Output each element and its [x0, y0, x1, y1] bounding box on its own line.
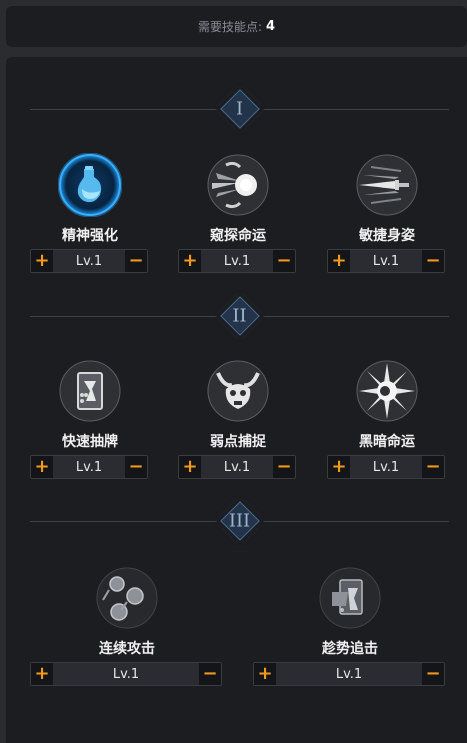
level-stepper: + Lv.1 −	[178, 249, 296, 273]
skill-tree-panel: I 精神强化 + Lv.1 − 窥探命运 + Lv.1 − 敏捷身姿 + Lv.…	[6, 57, 467, 743]
decrease-level-button[interactable]: −	[125, 456, 147, 478]
level-stepper: + Lv.1 −	[327, 455, 445, 479]
card-pursuit-icon[interactable]	[318, 566, 382, 630]
increase-level-button[interactable]: +	[328, 250, 350, 272]
increase-level-button[interactable]: +	[31, 456, 53, 478]
decrease-level-button[interactable]: −	[125, 250, 147, 272]
level-stepper: + Lv.1 −	[327, 249, 445, 273]
dagger-dash-icon[interactable]	[355, 153, 419, 217]
increase-level-button[interactable]: +	[179, 456, 201, 478]
decrease-level-button[interactable]: −	[273, 456, 295, 478]
skill-name: 敏捷身姿	[359, 228, 415, 244]
skill-name: 弱点捕捉	[210, 434, 266, 450]
level-value: Lv.1	[75, 459, 103, 475]
increase-level-button[interactable]: +	[254, 663, 276, 685]
level-stepper: + Lv.1 −	[30, 662, 222, 686]
tier-numeral: I	[235, 98, 244, 120]
required-points-value: 4	[266, 19, 276, 34]
level-value: Lv.1	[112, 666, 140, 682]
skill-name: 精神强化	[62, 228, 118, 244]
decrease-level-button[interactable]: −	[422, 663, 444, 685]
level-stepper: + Lv.1 −	[30, 455, 148, 479]
dark-burst-icon[interactable]	[355, 359, 419, 423]
skill-name: 连续攻击	[99, 641, 155, 657]
skill-slot-6: 黑暗命运 + Lv.1 −	[327, 359, 447, 489]
level-stepper: + Lv.1 −	[30, 249, 148, 273]
decrease-level-button[interactable]: −	[422, 250, 444, 272]
tier-divider-1: I	[30, 89, 449, 129]
tier-numeral: III	[228, 510, 251, 532]
decrease-level-button[interactable]: −	[199, 663, 221, 685]
increase-level-button[interactable]: +	[328, 456, 350, 478]
triple-strike-icon[interactable]	[95, 566, 159, 630]
decrease-level-button[interactable]: −	[273, 250, 295, 272]
level-value: Lv.1	[372, 459, 400, 475]
level-value: Lv.1	[335, 666, 363, 682]
skill-slot-2: 窥探命运 + Lv.1 −	[178, 153, 298, 283]
level-value: Lv.1	[223, 253, 251, 269]
increase-level-button[interactable]: +	[31, 663, 53, 685]
level-value: Lv.1	[223, 459, 251, 475]
card-draw-icon[interactable]	[58, 359, 122, 423]
skill-slot-4: 快速抽牌 + Lv.1 −	[30, 359, 150, 489]
level-value: Lv.1	[372, 253, 400, 269]
horned-skull-icon[interactable]	[206, 359, 270, 423]
level-value: Lv.1	[75, 253, 103, 269]
required-skill-points-bar: 需要技能点: 4	[6, 6, 467, 47]
skill-name: 黑暗命运	[359, 434, 415, 450]
skill-slot-8: 趁势追击 + Lv.1 −	[253, 566, 447, 696]
skill-slot-3: 敏捷身姿 + Lv.1 −	[327, 153, 447, 283]
tier-numeral: II	[232, 305, 247, 327]
skill-name: 快速抽牌	[62, 434, 118, 450]
increase-level-button[interactable]: +	[179, 250, 201, 272]
level-stepper: + Lv.1 −	[178, 455, 296, 479]
orb-burst-icon[interactable]	[206, 153, 270, 217]
increase-level-button[interactable]: +	[31, 250, 53, 272]
potion-flask-icon[interactable]	[57, 152, 123, 218]
required-points-label: 需要技能点:	[197, 20, 262, 34]
skill-slot-1: 精神强化 + Lv.1 −	[30, 152, 150, 283]
level-stepper: + Lv.1 −	[253, 662, 445, 686]
decrease-level-button[interactable]: −	[422, 456, 444, 478]
skill-slot-5: 弱点捕捉 + Lv.1 −	[178, 359, 298, 489]
skill-name: 趁势追击	[322, 641, 378, 657]
skill-slot-7: 连续攻击 + Lv.1 −	[30, 566, 224, 696]
tier-divider-3: III	[30, 501, 449, 541]
skill-name: 窥探命运	[210, 228, 266, 244]
tier-divider-2: II	[30, 296, 449, 336]
